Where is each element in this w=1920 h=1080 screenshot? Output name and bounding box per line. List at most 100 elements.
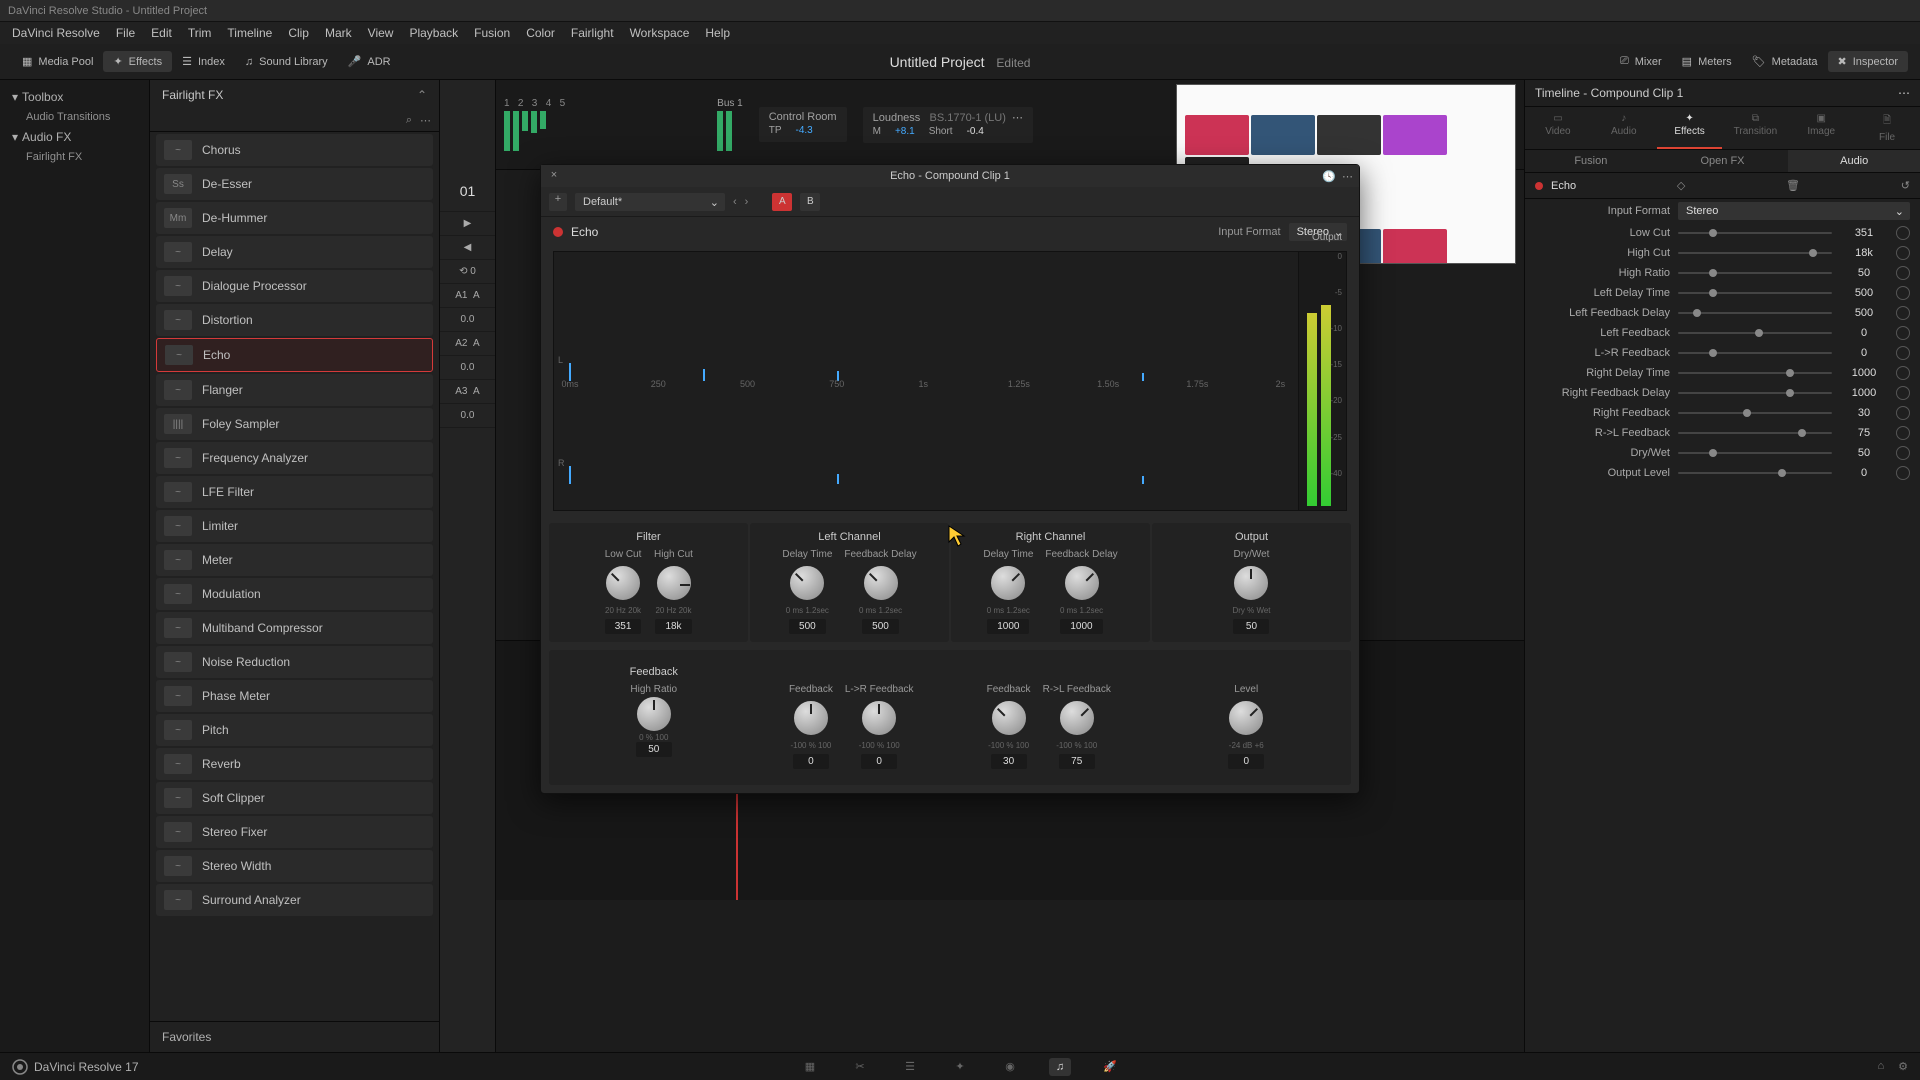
low-cut-value[interactable]: 351	[605, 619, 642, 634]
subtab-openfx[interactable]: Open FX	[1657, 150, 1789, 172]
param-slider[interactable]	[1678, 392, 1832, 394]
reset-icon[interactable]	[1896, 386, 1910, 400]
more-icon[interactable]: ⋯	[420, 114, 431, 127]
right-fbdelay-knob[interactable]	[1063, 564, 1101, 602]
menu-item[interactable]: DaVinci Resolve	[4, 26, 108, 40]
reset-icon[interactable]	[1896, 326, 1910, 340]
track-a3[interactable]: A3 A	[440, 380, 495, 404]
param-value[interactable]: 50	[1840, 267, 1888, 279]
fx-item-de-hummer[interactable]: MmDe-Hummer	[156, 202, 433, 234]
fx-item-multiband-compressor[interactable]: ~Multiband Compressor	[156, 612, 433, 644]
play-icon[interactable]: ▶	[440, 212, 495, 236]
param-value[interactable]: 1000	[1840, 367, 1888, 379]
more-icon[interactable]: ⋯	[1898, 86, 1910, 100]
page-fusion-icon[interactable]: ✦	[949, 1058, 971, 1076]
sound-library-button[interactable]: ♫Sound Library	[235, 52, 338, 72]
param-slider[interactable]	[1678, 252, 1832, 254]
page-color-icon[interactable]: ◉	[999, 1058, 1021, 1076]
reset-icon[interactable]	[1896, 346, 1910, 360]
l-feedback-knob[interactable]	[792, 699, 830, 737]
menu-item[interactable]: Mark	[317, 26, 360, 40]
param-slider[interactable]	[1678, 412, 1832, 414]
fx-item-flanger[interactable]: ~Flanger	[156, 374, 433, 406]
fx-item-echo[interactable]: ~Echo	[156, 338, 433, 372]
page-edit-icon[interactable]: ☰	[899, 1058, 921, 1076]
left-fbdelay-knob[interactable]	[862, 564, 900, 602]
trash-icon[interactable]: 🗑	[1786, 179, 1800, 192]
reset-icon[interactable]	[1896, 286, 1910, 300]
param-value[interactable]: 0	[1840, 347, 1888, 359]
tab-video[interactable]: ▭Video	[1525, 107, 1591, 149]
menu-item[interactable]: Fairlight	[563, 26, 622, 40]
param-value[interactable]: 75	[1840, 427, 1888, 439]
fx-item-lfe-filter[interactable]: ~LFE Filter	[156, 476, 433, 508]
menu-item[interactable]: Clip	[280, 26, 317, 40]
toolbox-section[interactable]: ▾Toolbox	[4, 86, 145, 108]
fx-item-de-esser[interactable]: SsDe-Esser	[156, 168, 433, 200]
tab-transition[interactable]: ⧉Transition	[1722, 107, 1788, 149]
track-a1[interactable]: A1 A	[440, 284, 495, 308]
loop-icon[interactable]: ⟲ 0	[440, 260, 495, 284]
adr-button[interactable]: 🎤ADR	[338, 51, 401, 72]
param-slider[interactable]	[1678, 372, 1832, 374]
level-knob[interactable]	[1227, 699, 1265, 737]
echo-titlebar[interactable]: × Echo - Compound Clip 1 🕓⋯	[541, 165, 1359, 187]
add-preset-icon[interactable]: +	[549, 193, 567, 211]
echo-delay-graph[interactable]: L R 0ms2505007501s1.25s1.50s1.75s2s Outp…	[553, 251, 1347, 511]
metadata-button[interactable]: 🏷Metadata	[1742, 51, 1828, 72]
clock-icon[interactable]: 🕓	[1322, 170, 1336, 183]
reset-icon[interactable]	[1896, 266, 1910, 280]
search-icon[interactable]: ⌕	[406, 114, 412, 127]
fx-item-noise-reduction[interactable]: ~Noise Reduction	[156, 646, 433, 678]
fx-item-foley-sampler[interactable]: ||||Foley Sampler	[156, 408, 433, 440]
fx-item-chorus[interactable]: ~Chorus	[156, 134, 433, 166]
favorites-section[interactable]: Favorites	[150, 1021, 439, 1052]
collapse-icon[interactable]: ⌃	[417, 88, 427, 102]
param-value[interactable]: 30	[1840, 407, 1888, 419]
slider-handle[interactable]	[1798, 429, 1806, 437]
fx-item-dialogue-processor[interactable]: ~Dialogue Processor	[156, 270, 433, 302]
reset-icon[interactable]: ↺	[1901, 179, 1910, 192]
fx-item-soft-clipper[interactable]: ~Soft Clipper	[156, 782, 433, 814]
param-value[interactable]: 0	[1840, 467, 1888, 479]
tab-effects[interactable]: ✦Effects	[1657, 107, 1723, 149]
slider-handle[interactable]	[1755, 329, 1763, 337]
menu-item[interactable]: View	[360, 26, 402, 40]
menu-item[interactable]: Trim	[180, 26, 220, 40]
low-cut-knob[interactable]	[604, 564, 642, 602]
param-slider[interactable]	[1678, 292, 1832, 294]
param-slider[interactable]	[1678, 432, 1832, 434]
effects-list[interactable]: ~ChorusSsDe-EsserMmDe-Hummer~Delay~Dialo…	[150, 132, 439, 1021]
tab-image[interactable]: ▣Image	[1788, 107, 1854, 149]
menu-item[interactable]: Edit	[143, 26, 180, 40]
fx-item-modulation[interactable]: ~Modulation	[156, 578, 433, 610]
meters-button[interactable]: ▤Meters	[1672, 51, 1742, 72]
page-fairlight-icon[interactable]: ♫	[1049, 1058, 1071, 1076]
subtab-audio[interactable]: Audio	[1788, 150, 1920, 172]
slider-handle[interactable]	[1743, 409, 1751, 417]
menu-item[interactable]: Workspace	[622, 26, 698, 40]
reset-icon[interactable]	[1896, 246, 1910, 260]
tab-file[interactable]: 🗎File	[1854, 107, 1920, 149]
reset-icon[interactable]	[1896, 366, 1910, 380]
fx-item-phase-meter[interactable]: ~Phase Meter	[156, 680, 433, 712]
enable-dot[interactable]	[1535, 182, 1543, 190]
audio-transitions-item[interactable]: Audio Transitions	[4, 108, 145, 126]
input-format-select[interactable]: Stereo⌄	[1678, 202, 1910, 220]
enable-dot[interactable]	[553, 227, 563, 237]
slider-handle[interactable]	[1786, 369, 1794, 377]
page-cut-icon[interactable]: ✂	[849, 1058, 871, 1076]
fx-item-delay[interactable]: ~Delay	[156, 236, 433, 268]
high-cut-knob[interactable]	[655, 564, 693, 602]
audio-fx-section[interactable]: ▾Audio FX	[4, 126, 145, 148]
inspector-button[interactable]: ✖Inspector	[1828, 51, 1908, 72]
home-icon[interactable]: ⌂	[1877, 1060, 1884, 1073]
slider-handle[interactable]	[1709, 269, 1717, 277]
fx-item-meter[interactable]: ~Meter	[156, 544, 433, 576]
param-value[interactable]: 500	[1840, 287, 1888, 299]
slider-handle[interactable]	[1809, 249, 1817, 257]
more-icon[interactable]: ⋯	[1012, 112, 1023, 124]
param-slider[interactable]	[1678, 312, 1832, 314]
prev-preset-icon[interactable]: ‹	[733, 196, 737, 208]
param-slider[interactable]	[1678, 332, 1832, 334]
